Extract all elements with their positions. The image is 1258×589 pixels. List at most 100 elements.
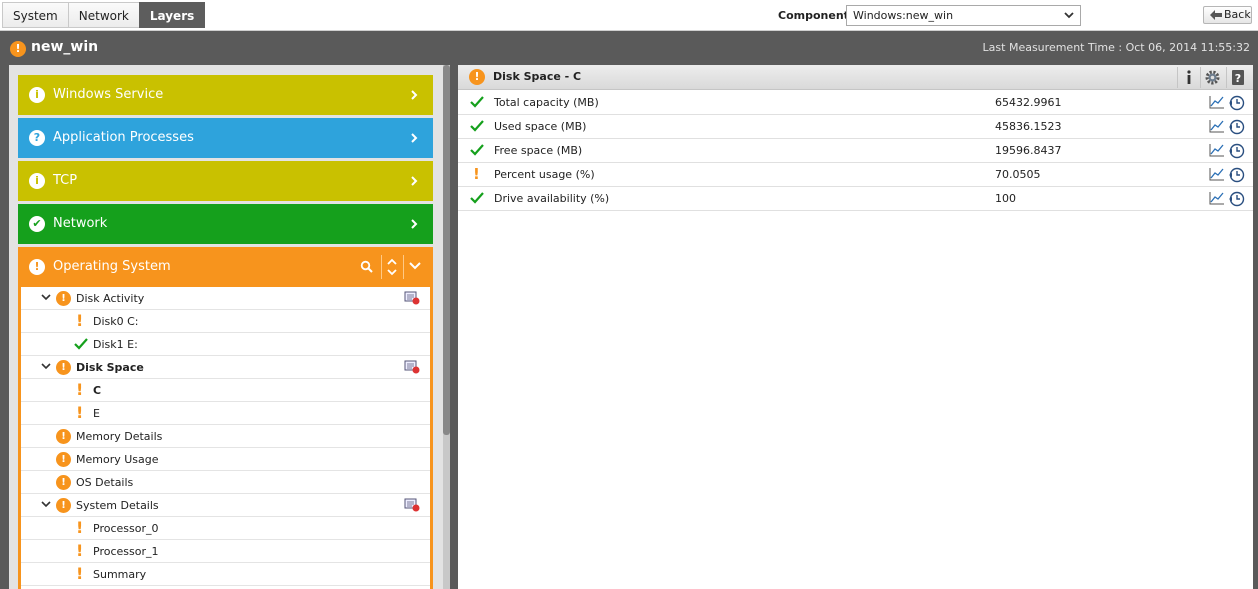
chevron-right-icon	[411, 219, 418, 229]
layer-windows-service[interactable]: i Windows Service	[18, 75, 433, 115]
layer-label: Operating System	[53, 259, 171, 274]
tree-item-disk-activity[interactable]: ! Disk Activity	[21, 287, 430, 310]
metric-row-free-space: Free space (MB) 19596.8437	[458, 139, 1253, 163]
tree-item-processor-0[interactable]: ! Processor_0	[21, 517, 430, 540]
layers-panel: i Windows Service ? Application Processe…	[9, 65, 443, 589]
tree-item-e[interactable]: ! E	[21, 402, 430, 425]
metric-row-total-capacity: Total capacity (MB) 65432.9961	[458, 91, 1253, 115]
tree-item-disk1-e[interactable]: Disk1 E:	[21, 333, 430, 356]
help-icon: ?	[1232, 70, 1244, 85]
tree-item-label: Processor_1	[93, 545, 159, 558]
graph-icon[interactable]	[1209, 167, 1225, 181]
back-button-label: Back	[1224, 8, 1251, 21]
chevron-down-icon[interactable]	[41, 499, 51, 509]
test-config-icon[interactable]	[404, 498, 420, 512]
title-bar: ! new_win Last Measurement Time : Oct 06…	[0, 32, 1258, 62]
history-icon[interactable]	[1229, 191, 1245, 207]
warning-icon: !	[76, 564, 84, 583]
metric-name: Used space (MB)	[494, 120, 587, 133]
layer-label: TCP	[53, 173, 78, 188]
warning-icon: !	[56, 498, 71, 513]
layer-tcp[interactable]: i TCP	[18, 161, 433, 201]
search-icon[interactable]	[360, 260, 374, 274]
page-title: new_win	[31, 39, 99, 55]
tree-item-label: E	[93, 407, 100, 420]
check-icon	[470, 96, 484, 108]
tree-item-label: Disk0 C:	[93, 315, 139, 328]
history-icon[interactable]	[1229, 167, 1245, 183]
warning-icon: !	[56, 291, 71, 306]
info-button[interactable]	[1177, 67, 1199, 88]
help-button[interactable]: ?	[1226, 67, 1248, 88]
graph-icon[interactable]	[1209, 119, 1225, 133]
test-config-icon[interactable]	[404, 360, 420, 374]
metric-row-percent-usage: ! Percent usage (%) 70.0505	[458, 163, 1253, 187]
tree-item-label: Disk1 E:	[93, 338, 138, 351]
metric-value: 100	[995, 192, 1016, 205]
chevron-right-icon	[411, 133, 418, 143]
metric-name: Percent usage (%)	[494, 168, 595, 181]
divider	[403, 255, 404, 279]
metric-value: 70.0505	[995, 168, 1041, 181]
tree-item-label: OS Details	[76, 476, 134, 489]
test-config-icon[interactable]	[404, 291, 420, 305]
chevron-down-icon[interactable]	[409, 261, 421, 271]
tab-network[interactable]: Network	[67, 2, 140, 28]
divider	[381, 255, 382, 279]
tree-item-processor-1[interactable]: ! Processor_1	[21, 540, 430, 563]
panel-scrollbar[interactable]	[443, 65, 450, 589]
warning-icon: !	[76, 311, 84, 330]
history-icon[interactable]	[1229, 143, 1245, 159]
warning-icon: !	[56, 452, 71, 467]
scrollbar-thumb[interactable]	[443, 65, 450, 435]
check-icon	[470, 120, 484, 132]
detail-title: Disk Space - C	[493, 70, 582, 83]
warning-icon: !	[29, 259, 45, 275]
back-button[interactable]: Back	[1203, 6, 1252, 24]
tree-item-label: Processor_0	[93, 522, 159, 535]
warning-icon: !	[76, 403, 84, 422]
component-select-value: Windows:new_win	[853, 9, 954, 22]
tree-item-system-details[interactable]: ! System Details	[21, 494, 430, 517]
check-icon: ✔	[29, 216, 45, 232]
info-icon: i	[29, 173, 45, 189]
warning-icon: !	[473, 165, 480, 183]
metric-name: Free space (MB)	[494, 144, 583, 157]
graph-icon[interactable]	[1209, 95, 1225, 109]
component-select[interactable]: Windows:new_win	[846, 5, 1081, 26]
detail-header: ! Disk Space - C ?	[458, 65, 1253, 90]
graph-icon[interactable]	[1209, 191, 1225, 205]
metric-value: 65432.9961	[995, 96, 1062, 109]
tab-system[interactable]: System	[2, 2, 69, 28]
tree-item-memory-details[interactable]: ! Memory Details	[21, 425, 430, 448]
tree-item-label: System Details	[76, 499, 159, 512]
chevron-down-icon[interactable]	[41, 292, 51, 302]
warning-icon: !	[76, 541, 84, 560]
tree-item-label: Summary	[93, 568, 147, 581]
expand-collapse-icon[interactable]	[386, 257, 398, 277]
tree-item-memory-usage[interactable]: ! Memory Usage	[21, 448, 430, 471]
graph-icon[interactable]	[1209, 143, 1225, 157]
warning-icon: !	[469, 69, 485, 85]
tree-item-disk0-c[interactable]: ! Disk0 C:	[21, 310, 430, 333]
layer-application-processes[interactable]: ? Application Processes	[18, 118, 433, 158]
metric-row-drive-availability: Drive availability (%) 100	[458, 187, 1253, 211]
tree-item-summary[interactable]: ! Summary	[21, 563, 430, 586]
chevron-down-icon[interactable]	[41, 361, 51, 371]
history-icon[interactable]	[1229, 119, 1245, 135]
tree-item-c[interactable]: ! C	[21, 379, 430, 402]
info-icon	[1187, 70, 1191, 84]
chevron-right-icon	[411, 176, 418, 186]
layer-operating-system[interactable]: ! Operating System	[18, 247, 433, 287]
settings-button[interactable]	[1200, 67, 1222, 88]
svg-text:?: ?	[1235, 72, 1241, 85]
metric-value: 45836.1523	[995, 120, 1062, 133]
layer-network[interactable]: ✔ Network	[18, 204, 433, 244]
metric-name: Drive availability (%)	[494, 192, 610, 205]
warning-icon: !	[56, 475, 71, 490]
tab-layers[interactable]: Layers	[138, 2, 206, 28]
history-icon[interactable]	[1229, 95, 1245, 111]
tree-item-os-details[interactable]: ! OS Details	[21, 471, 430, 494]
tree-item-disk-space[interactable]: ! Disk Space	[21, 356, 430, 379]
layer-label: Application Processes	[53, 130, 194, 145]
